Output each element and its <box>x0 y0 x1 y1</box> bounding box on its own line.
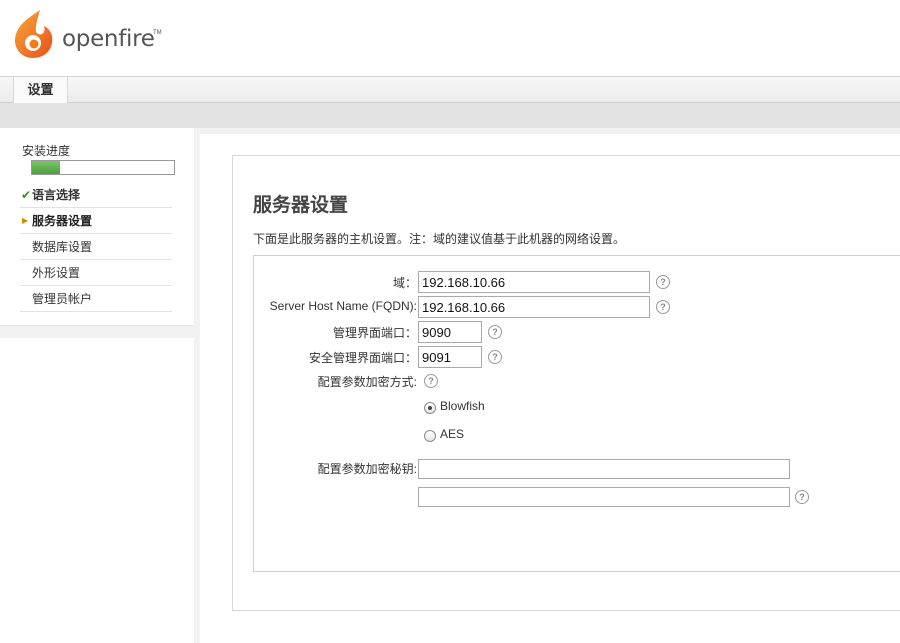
encryption-key-input[interactable] <box>418 459 790 479</box>
page-title: 服务器设置 <box>253 195 349 216</box>
install-progress-bar <box>31 160 175 175</box>
arrow-right-icon: ▶ <box>22 216 29 225</box>
admin-port-row: 管理界面端口： <box>254 321 417 343</box>
encryption-label: 配置参数加密方式: <box>317 375 417 389</box>
encryption-key-label: 配置参数加密秘钥: <box>317 462 417 476</box>
step-admin-account: 管理员帐户 <box>20 286 172 312</box>
step-label: 管理员帐户 <box>32 292 93 306</box>
sidebar: 安装进度 ✔ 语言选择 ▶ 服务器设置 数据库设置 外形设置 管理员帐户 <box>0 128 200 338</box>
step-label: 服务器设置 <box>32 214 93 228</box>
domain-row: 域： <box>254 271 417 293</box>
fqdn-input[interactable] <box>418 296 650 318</box>
step-server[interactable]: ▶ 服务器设置 <box>20 208 172 234</box>
domain-label: 域： <box>392 276 417 290</box>
check-icon: ✔ <box>21 188 32 202</box>
main-panel: 服务器设置 下面是此服务器的主机设置。注：域的建议值基于此机器的网络设置。 域：… <box>232 155 900 611</box>
secure-port-label: 安全管理界面端口： <box>308 351 417 365</box>
step-language[interactable]: ✔ 语言选择 <box>20 182 172 208</box>
secure-port-input[interactable] <box>418 346 482 368</box>
radio-aes[interactable] <box>424 430 436 442</box>
sub-navbar <box>0 103 900 128</box>
domain-input[interactable] <box>418 271 650 293</box>
setup-steps: ✔ 语言选择 ▶ 服务器设置 数据库设置 外形设置 管理员帐户 <box>20 182 172 312</box>
help-icon[interactable]: ? <box>488 325 502 339</box>
step-label: 语言选择 <box>32 188 81 202</box>
encryption-key-row: 配置参数加密秘钥: <box>254 457 417 479</box>
fqdn-label: Server Host Name (FQDN): <box>269 299 417 313</box>
page-description: 下面是此服务器的主机设置。注：域的建议值基于此机器的网络设置。 <box>253 232 626 246</box>
tab-settings[interactable]: 设置 <box>13 77 68 103</box>
help-icon[interactable]: ? <box>424 374 438 388</box>
radio-blowfish-label: Blowfish <box>440 399 485 413</box>
help-icon[interactable]: ? <box>795 490 809 504</box>
admin-port-input[interactable] <box>418 321 482 343</box>
logo-text: openfire <box>62 26 155 52</box>
progress-fill <box>32 161 61 174</box>
radio-blowfish[interactable] <box>424 402 436 414</box>
radio-aes-label: AES <box>440 427 465 441</box>
step-profile: 外形设置 <box>20 260 172 286</box>
encryption-row: 配置参数加密方式: <box>254 370 417 392</box>
encryption-key-confirm-input[interactable] <box>418 487 790 507</box>
top-navbar: 设置 <box>0 76 900 103</box>
openfire-logo[interactable] <box>10 8 56 60</box>
admin-port-label: 管理界面端口： <box>332 326 417 340</box>
openfire-flame-icon <box>14 10 53 58</box>
sidebar-panel: 安装进度 ✔ 语言选择 ▶ 服务器设置 数据库设置 外形设置 管理员帐户 <box>0 128 194 326</box>
step-database: 数据库设置 <box>20 234 172 260</box>
server-settings-form: 域： ? Server Host Name (FQDN): ? 管理界面端口： … <box>253 255 900 572</box>
progress-label: 安装进度 <box>22 144 71 158</box>
help-icon[interactable]: ? <box>488 350 502 364</box>
help-icon[interactable]: ? <box>656 275 670 289</box>
header: openfire TM <box>0 0 900 76</box>
secure-port-row: 安全管理界面端口： <box>254 346 417 368</box>
help-icon[interactable]: ? <box>656 300 670 314</box>
logo-trademark: TM <box>153 30 162 36</box>
step-label: 数据库设置 <box>32 240 93 254</box>
step-label: 外形设置 <box>32 266 81 280</box>
fqdn-row: Server Host Name (FQDN): <box>254 296 417 318</box>
